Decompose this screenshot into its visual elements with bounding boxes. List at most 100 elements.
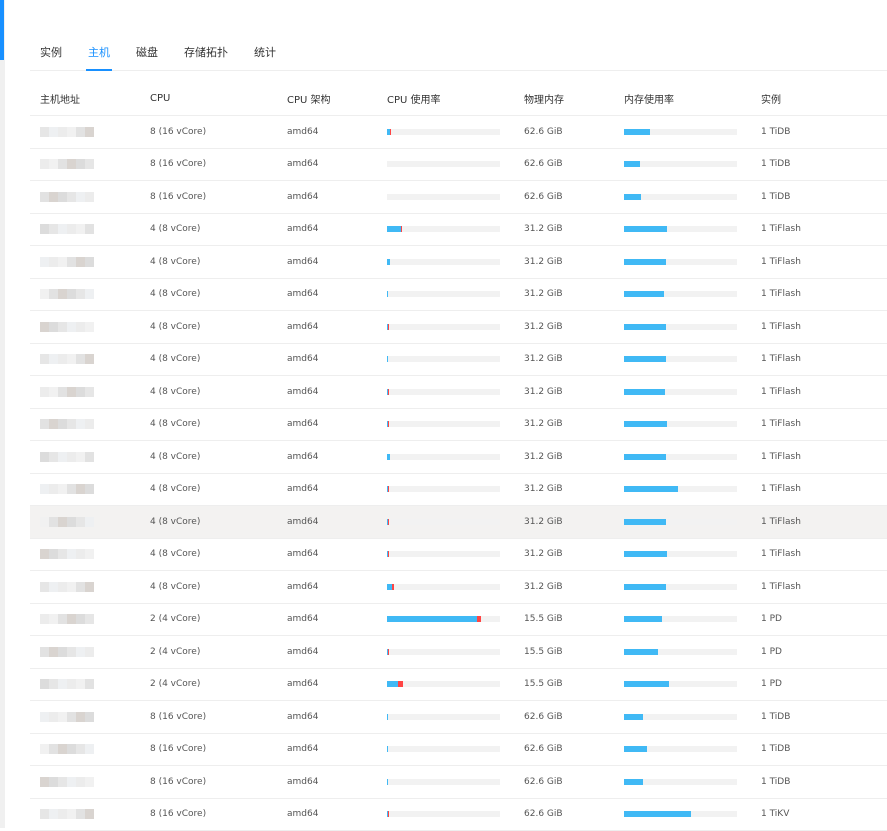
table-row[interactable]: 8 (16 vCore) amd64 62.6 GiB 1 TiDB [30, 148, 887, 181]
cpu-usage [377, 700, 514, 734]
table-row[interactable]: 2 (4 vCore) amd64 15.5 GiB 1 PD [30, 668, 887, 701]
table-row[interactable]: 4 (8 vCore) amd64 31.2 GiB 1 TiFlash [30, 570, 887, 604]
cpu-usage [377, 115, 514, 149]
tab-0[interactable]: 实例 [30, 34, 72, 70]
table-row[interactable]: 4 (8 vCore) amd64 31.2 GiB 1 TiFlash [30, 213, 887, 246]
tab-3[interactable]: 存储拓扑 [174, 34, 238, 70]
host-address [30, 148, 140, 181]
cpu-arch: amd64 [277, 603, 377, 636]
cpu-user-fill [387, 616, 478, 623]
physical-memory: 31.2 GiB [514, 408, 614, 441]
cpu-user-fill [387, 291, 389, 298]
instances: 1 TiFlash [751, 245, 887, 279]
table-row[interactable]: 4 (8 vCore) amd64 31.2 GiB 1 TiFlash [30, 310, 887, 344]
column-header[interactable]: 主机地址 [30, 82, 140, 116]
memory-fill [624, 193, 641, 200]
memory-fill [624, 226, 667, 233]
cpu-cores: 8 (16 vCore) [140, 765, 277, 799]
blurred-host-address [40, 809, 140, 820]
memory-usage-bar [624, 193, 737, 200]
memory-usage-bar [624, 356, 737, 363]
table-row[interactable]: 8 (16 vCore) amd64 62.6 GiB 1 TiDB [30, 733, 887, 766]
physical-memory: 62.6 GiB [514, 733, 614, 766]
column-header[interactable]: 实例 [751, 82, 887, 116]
table-row[interactable]: 4 (8 vCore) amd64 31.2 GiB 1 TiFlash [30, 278, 887, 311]
memory-usage-bar [624, 778, 737, 785]
table-row[interactable]: 8 (16 vCore) amd64 62.6 GiB 1 TiDB [30, 700, 887, 734]
cpu-usage [377, 213, 514, 246]
host-address [30, 245, 140, 279]
cpu-usage [377, 733, 514, 766]
host-address [30, 505, 140, 539]
column-header[interactable]: CPU [140, 82, 277, 116]
cpu-cores: 8 (16 vCore) [140, 733, 277, 766]
cpu-system-fill [387, 323, 390, 330]
cpu-usage-bar [387, 518, 500, 525]
physical-memory: 31.2 GiB [514, 343, 614, 376]
cpu-usage-bar [387, 778, 500, 785]
memory-fill [624, 583, 666, 590]
cpu-usage [377, 440, 514, 474]
cpu-usage-bar [387, 583, 500, 590]
cpu-cores: 4 (8 vCore) [140, 473, 277, 506]
table-row[interactable]: 8 (16 vCore) amd64 62.6 GiB 1 TiKV [30, 798, 887, 831]
instances: 1 TiDB [751, 700, 887, 734]
blurred-host-address [40, 126, 140, 137]
table-row[interactable]: 4 (8 vCore) amd64 31.2 GiB 1 TiFlash [30, 538, 887, 571]
memory-usage [614, 245, 751, 279]
column-header[interactable]: CPU 架构 [277, 82, 377, 116]
table-row[interactable]: 8 (16 vCore) amd64 62.6 GiB 1 TiDB [30, 765, 887, 799]
cpu-cores: 2 (4 vCore) [140, 603, 277, 636]
host-address [30, 310, 140, 344]
table-row[interactable]: 4 (8 vCore) amd64 31.2 GiB 1 TiFlash [30, 245, 887, 279]
cpu-usage [377, 278, 514, 311]
table-row[interactable]: 4 (8 vCore) amd64 31.2 GiB 1 TiFlash [30, 343, 887, 376]
cpu-user-fill [387, 356, 389, 363]
table-row[interactable]: 8 (16 vCore) amd64 62.6 GiB 1 TiDB [30, 115, 887, 149]
physical-memory: 15.5 GiB [514, 635, 614, 669]
table-row[interactable]: 2 (4 vCore) amd64 15.5 GiB 1 PD [30, 635, 887, 669]
cpu-cores: 4 (8 vCore) [140, 440, 277, 474]
tab-4[interactable]: 统计 [244, 34, 286, 70]
table-row[interactable]: 8 (16 vCore) amd64 62.6 GiB 1 TiDB [30, 180, 887, 214]
table-row[interactable]: 4 (8 vCore) amd64 31.2 GiB 1 TiFlash [30, 440, 887, 474]
cpu-cores: 8 (16 vCore) [140, 700, 277, 734]
cpu-user-fill [387, 226, 401, 233]
cpu-system-fill [477, 616, 482, 623]
cpu-system-fill [387, 551, 390, 558]
cpu-arch: amd64 [277, 570, 377, 604]
physical-memory: 31.2 GiB [514, 245, 614, 279]
physical-memory: 62.6 GiB [514, 700, 614, 734]
cpu-usage-bar [387, 616, 500, 623]
column-header[interactable]: 物理内存 [514, 82, 614, 116]
instances: 1 TiFlash [751, 440, 887, 474]
instances: 1 TiFlash [751, 408, 887, 441]
memory-fill [624, 551, 667, 558]
cpu-user-fill [387, 453, 391, 460]
cpu-usage [377, 148, 514, 181]
memory-fill [624, 648, 658, 655]
cpu-usage-bar [387, 128, 500, 135]
column-header[interactable]: 内存使用率 [614, 82, 751, 116]
table-row[interactable]: 4 (8 vCore) amd64 31.2 GiB 1 TiFlash [30, 505, 887, 539]
cpu-cores: 4 (8 vCore) [140, 213, 277, 246]
memory-usage-bar [624, 388, 737, 395]
cpu-system-fill [387, 421, 390, 428]
memory-usage-bar [624, 648, 737, 655]
memory-usage [614, 798, 751, 831]
tab-1[interactable]: 主机 [78, 34, 120, 71]
table-row[interactable]: 2 (4 vCore) amd64 15.5 GiB 1 PD [30, 603, 887, 636]
column-header[interactable]: CPU 使用率 [377, 82, 514, 116]
table-row[interactable]: 4 (8 vCore) amd64 31.2 GiB 1 TiFlash [30, 473, 887, 506]
cpu-cores: 2 (4 vCore) [140, 635, 277, 669]
table-row[interactable]: 4 (8 vCore) amd64 31.2 GiB 1 TiFlash [30, 408, 887, 441]
cpu-arch: amd64 [277, 278, 377, 311]
host-address [30, 798, 140, 831]
memory-usage [614, 278, 751, 311]
blurred-host-address [40, 256, 140, 267]
memory-usage [614, 440, 751, 474]
instances: 1 TiFlash [751, 473, 887, 506]
tab-2[interactable]: 磁盘 [126, 34, 168, 70]
table-row[interactable]: 4 (8 vCore) amd64 31.2 GiB 1 TiFlash [30, 375, 887, 409]
cpu-cores: 4 (8 vCore) [140, 343, 277, 376]
